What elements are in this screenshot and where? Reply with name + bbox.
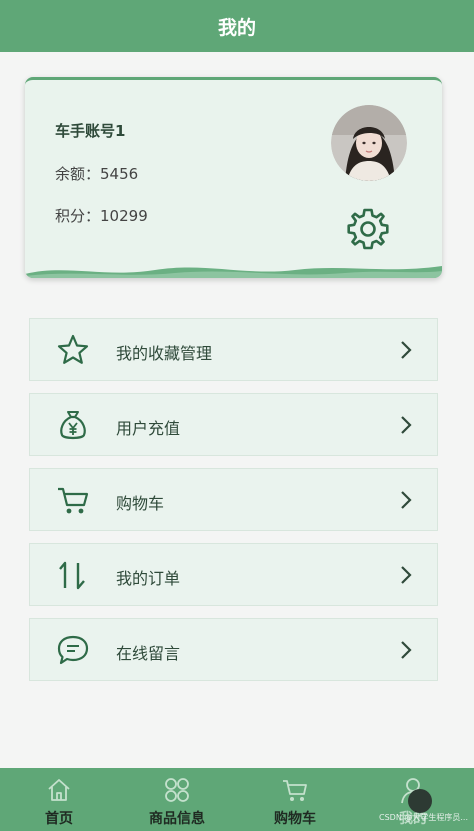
balance-line: 余额：5456: [55, 163, 138, 184]
chevron-right-icon: [401, 341, 412, 359]
avatar[interactable]: [331, 105, 407, 181]
page-title: 我的: [217, 16, 256, 39]
menu-item-label: 我的收藏管理: [116, 344, 213, 363]
tab-label: 购物车: [274, 811, 316, 827]
menu-item-label: 在线留言: [116, 644, 181, 663]
menu-item-recharge[interactable]: 用户充值: [29, 393, 438, 456]
settings-gear-icon[interactable]: [345, 206, 391, 252]
menu-item-label: 我的订单: [116, 569, 181, 588]
chat-bubble-icon: [57, 635, 89, 665]
floating-dot: [408, 789, 432, 813]
cart-icon: [58, 487, 89, 514]
profile-card: 车手账号1 余额：5456 积分：10299: [25, 77, 442, 278]
chevron-right-icon: [401, 641, 412, 659]
tab-label: 商品信息: [149, 811, 205, 827]
page-header: 我的: [0, 0, 474, 52]
watermark: CSDN @大学生程序员...: [379, 813, 468, 822]
account-name: 车手账号1: [55, 122, 126, 140]
menu-item-label: 购物车: [116, 494, 165, 513]
home-icon: [48, 779, 70, 801]
menu-item-orders[interactable]: 我的订单: [29, 543, 438, 606]
grid-icon: [165, 778, 189, 802]
money-bag-icon: [60, 411, 86, 440]
menu-item-label: 用户充值: [116, 419, 181, 438]
cart-icon: [283, 780, 307, 801]
balance-value: 5456: [100, 165, 139, 183]
points-line: 积分：10299: [55, 205, 148, 226]
tab-products[interactable]: 商品信息: [118, 768, 236, 831]
tab-cart[interactable]: 购物车: [236, 768, 354, 831]
chevron-right-icon: [401, 491, 412, 509]
star-icon: [57, 334, 89, 364]
menu-item-favorites[interactable]: 我的收藏管理: [29, 318, 438, 381]
menu-item-cart[interactable]: 购物车: [29, 468, 438, 531]
tab-home[interactable]: 首页: [0, 768, 118, 831]
chevron-right-icon: [401, 566, 412, 584]
order-arrows-icon: [59, 561, 85, 590]
chevron-right-icon: [401, 416, 412, 434]
points-label: 积分：: [55, 207, 101, 225]
menu-item-messages[interactable]: 在线留言: [29, 618, 438, 681]
tab-label: 首页: [45, 811, 73, 827]
points-value: 10299: [100, 207, 148, 225]
card-wave-decoration: [25, 266, 442, 278]
balance-label: 余额：: [55, 165, 101, 183]
